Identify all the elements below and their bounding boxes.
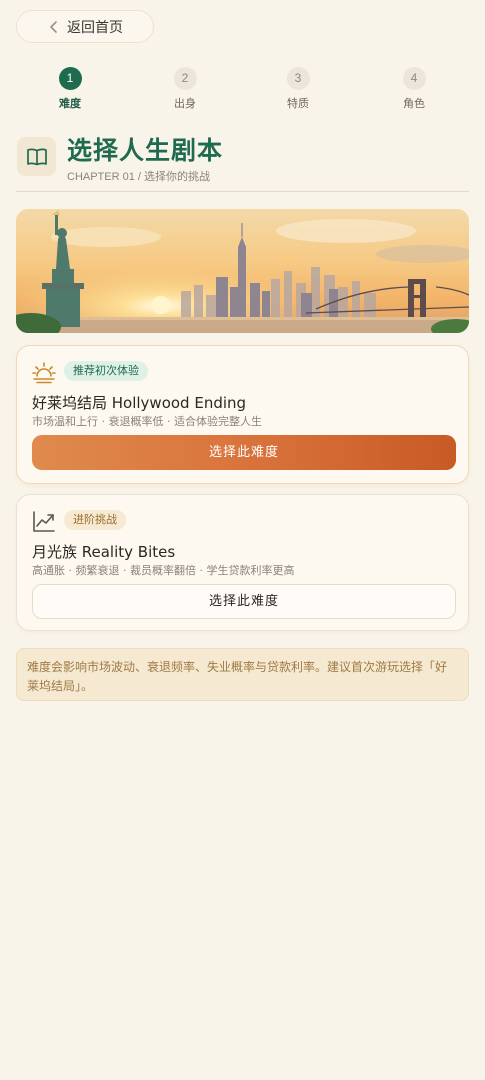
card-description: 市场温和上行 · 衰退概率低 · 适合体验完整人生 <box>32 415 262 428</box>
page-subtitle: CHAPTER 01 / 选择你的挑战 <box>67 171 211 183</box>
step-number: 1 <box>58 67 82 90</box>
step-label: 角色 <box>403 97 425 110</box>
trending-up-icon <box>33 511 55 532</box>
step-label: 特质 <box>287 97 309 110</box>
step-traits: 3 特质 <box>268 67 328 111</box>
card-description: 高通胀 · 频繁衰退 · 裁员概率翻倍 · 学生贷款利率更高 <box>32 564 295 577</box>
step-difficulty: 1 难度 <box>40 67 100 111</box>
step-number: 3 <box>286 67 310 90</box>
step-number: 2 <box>173 67 197 90</box>
recommended-badge: 推荐初次体验 <box>64 361 148 381</box>
skyline-banner-image <box>16 209 469 333</box>
advanced-badge: 进阶挑战 <box>64 510 126 530</box>
step-character: 4 角色 <box>384 67 444 111</box>
step-label: 难度 <box>59 97 81 110</box>
book-icon <box>17 137 56 176</box>
difficulty-card-hollywood[interactable]: 推荐初次体验 好莱坞结局 Hollywood Ending 市场温和上行 · 衰… <box>16 345 469 484</box>
back-home-button[interactable]: 返回首页 <box>16 10 154 43</box>
divider <box>16 191 469 192</box>
progress-stepper: 1 难度 2 出身 3 特质 4 角色 <box>0 67 485 113</box>
step-label: 出身 <box>174 97 196 110</box>
difficulty-notice: 难度会影响市场波动、衰退频率、失业概率与贷款利率。建议首次游玩选择「好莱坞结局」… <box>16 648 469 701</box>
back-home-label: 返回首页 <box>67 19 123 36</box>
step-origin: 2 出身 <box>155 67 215 111</box>
chevron-left-icon <box>50 21 57 33</box>
select-difficulty-button[interactable]: 选择此难度 <box>32 584 456 619</box>
difficulty-card-reality-bites[interactable]: 进阶挑战 月光族 Reality Bites 高通胀 · 频繁衰退 · 裁员概率… <box>16 494 469 631</box>
page-title: 选择人生剧本 <box>67 136 224 165</box>
card-title: 月光族 Reality Bites <box>32 543 176 561</box>
select-difficulty-button[interactable]: 选择此难度 <box>32 435 456 470</box>
card-title: 好莱坞结局 Hollywood Ending <box>32 394 247 412</box>
sunrise-icon <box>32 362 56 384</box>
step-number: 4 <box>402 67 426 90</box>
